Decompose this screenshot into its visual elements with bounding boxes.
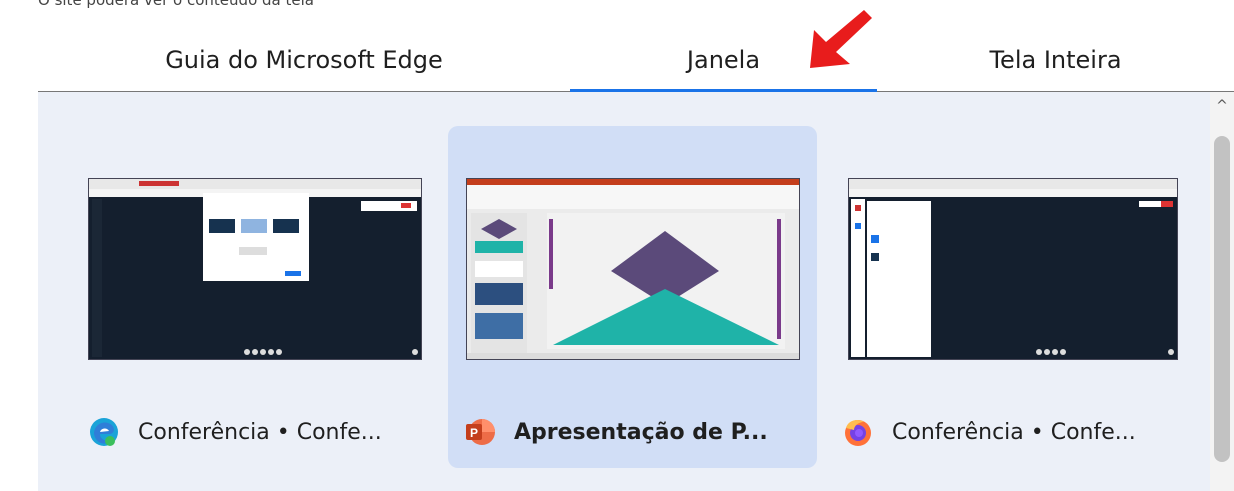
powerpoint-icon: P: [466, 419, 495, 445]
window-title-text: Apresentação de P...: [514, 419, 768, 445]
window-title: P Apresentação de P...: [464, 414, 768, 450]
tab-label: Janela: [686, 46, 761, 74]
window-card-powerpoint[interactable]: P Apresentação de P...: [448, 126, 817, 468]
tab-edge-tab[interactable]: Guia do Microsoft Edge: [38, 30, 570, 90]
tab-label: Tela Inteira: [989, 46, 1122, 74]
share-source-tabs: Guia do Microsoft Edge Janela Tela Intei…: [38, 30, 1234, 92]
svg-text:P: P: [470, 426, 478, 440]
window-title: Conferência • Confe...: [842, 414, 1136, 450]
share-notice: O site poderá ver o conteúdo da tela: [38, 0, 314, 9]
screen-share-picker: O site poderá ver o conteúdo da tela Gui…: [0, 0, 1234, 491]
red-arrow-icon: [810, 10, 872, 68]
window-card-firefox[interactable]: Conferência • Confe...: [830, 126, 1198, 468]
window-title: Conferência • Confe...: [88, 414, 382, 450]
edge-icon: [90, 418, 118, 446]
window-thumbnail: [848, 178, 1178, 360]
window-thumbnail: [88, 178, 422, 360]
scrollbar[interactable]: ^: [1210, 92, 1234, 491]
window-card-edge[interactable]: Conferência • Confe...: [66, 126, 434, 468]
scroll-up-icon[interactable]: ^: [1210, 96, 1234, 116]
scroll-thumb[interactable]: [1214, 136, 1230, 462]
tab-entire-screen[interactable]: Tela Inteira: [877, 30, 1234, 90]
tab-label: Guia do Microsoft Edge: [165, 46, 443, 74]
window-title-text: Conferência • Confe...: [892, 419, 1136, 445]
window-thumbnail: [466, 178, 800, 360]
firefox-icon: [845, 420, 871, 446]
window-title-text: Conferência • Confe...: [138, 419, 382, 445]
